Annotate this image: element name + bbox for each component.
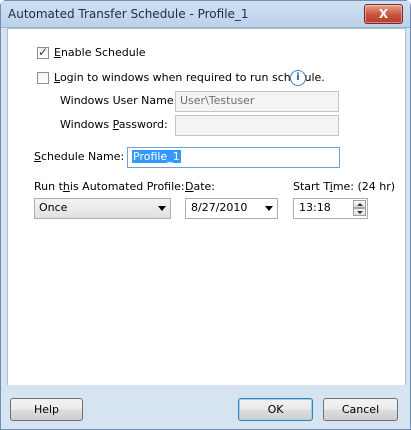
date-label: Date: (185, 180, 216, 193)
close-button[interactable]: X (364, 4, 403, 24)
info-icon[interactable]: i (290, 70, 306, 86)
start-time-label: Start Time: (24 hr) (293, 180, 396, 193)
schedule-name-label: Schedule Name: (34, 150, 125, 163)
login-windows-label[interactable]: Login to windows when required to run sc… (54, 71, 325, 84)
spin-down-icon[interactable] (353, 208, 366, 216)
calendar-dropdown-icon[interactable] (265, 206, 273, 211)
close-icon: X (378, 7, 389, 21)
cancel-button[interactable]: Cancel (323, 398, 398, 421)
date-picker[interactable]: 8/27/2010 (185, 198, 278, 219)
spin-up-icon[interactable] (353, 200, 366, 208)
windows-password-field[interactable] (175, 115, 339, 136)
start-time-field[interactable]: 13:18 (293, 198, 368, 219)
dialog-window: Automated Transfer Schedule - Profile_1 … (0, 0, 411, 430)
help-button[interactable]: Help (10, 398, 83, 421)
title-bar[interactable]: Automated Transfer Schedule - Profile_1 … (1, 1, 410, 28)
windows-password-label: Windows Password: (60, 118, 168, 131)
windows-user-field[interactable]: User\Testuser (175, 91, 339, 112)
date-value: 8/27/2010 (191, 201, 248, 214)
button-bar: Help OK Cancel (1, 385, 410, 429)
enable-schedule-label[interactable]: Enable Schedule (54, 46, 146, 59)
login-windows-checkbox[interactable] (37, 72, 49, 84)
ok-button[interactable]: OK (238, 398, 313, 421)
schedule-name-value: Profile_1 (132, 150, 181, 163)
run-profile-label: Run this Automated Profile: (34, 180, 185, 193)
schedule-name-input[interactable]: Profile_1 (127, 147, 340, 168)
run-profile-select[interactable]: Once (34, 198, 171, 219)
chevron-down-icon (158, 206, 166, 211)
dialog-content: Enable Schedule Login to windows when re… (7, 28, 406, 386)
run-profile-value: Once (39, 201, 68, 214)
window-title: Automated Transfer Schedule - Profile_1 (8, 7, 249, 21)
start-time-value: 13:18 (299, 201, 331, 214)
windows-user-label: Windows User Name: (60, 94, 178, 107)
time-spinner[interactable] (353, 200, 366, 217)
enable-schedule-checkbox[interactable] (37, 45, 49, 59)
